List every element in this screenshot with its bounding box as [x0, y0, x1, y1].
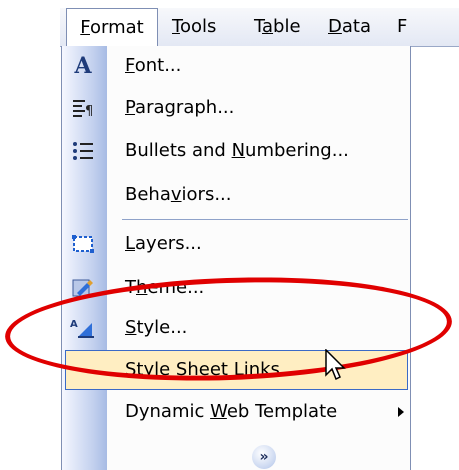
bullets-icon	[70, 139, 96, 163]
mouse-cursor-icon	[325, 349, 346, 381]
menu-item-label: Paragraph...	[125, 97, 235, 118]
menu-format[interactable]: Format	[66, 8, 158, 47]
menu-item-label: Layers...	[125, 233, 202, 254]
paragraph-icon: ¶	[70, 96, 96, 120]
menu-item-label: Font...	[125, 55, 182, 76]
layers-icon	[70, 232, 96, 256]
menu-item-behaviors[interactable]: Behaviors...	[62, 175, 410, 215]
menu-item-label: Dynamic Web Template	[125, 401, 338, 422]
menu-item-bullets-numbering[interactable]: Bullets and Numbering...	[62, 131, 410, 171]
menu-item-font[interactable]: A Font...	[62, 46, 410, 86]
submenu-arrow-icon	[398, 407, 404, 417]
menu-item-layers[interactable]: Layers...	[62, 224, 410, 264]
svg-text:¶: ¶	[85, 104, 93, 119]
menu-separator	[122, 219, 408, 220]
format-dropdown-menu: A Font... ¶ Paragraph... Bullets and Num…	[61, 46, 411, 470]
menu-item-dynamic-web-template[interactable]: Dynamic Web Template	[62, 392, 410, 432]
menu-item-paragraph[interactable]: ¶ Paragraph...	[62, 88, 410, 128]
expand-menu-chevron-icon[interactable]: »	[252, 445, 276, 469]
menu-tools[interactable]: Tools	[170, 8, 218, 46]
menu-table[interactable]: Table	[252, 8, 303, 46]
menu-more-truncated[interactable]: F	[395, 8, 409, 46]
menu-bar: Format Tools Table Data F	[60, 8, 459, 47]
menu-item-label: Bullets and Numbering...	[125, 140, 349, 161]
menu-data[interactable]: Data	[326, 8, 373, 46]
font-icon: A	[74, 53, 92, 79]
menu-item-label: Behaviors...	[125, 184, 232, 205]
